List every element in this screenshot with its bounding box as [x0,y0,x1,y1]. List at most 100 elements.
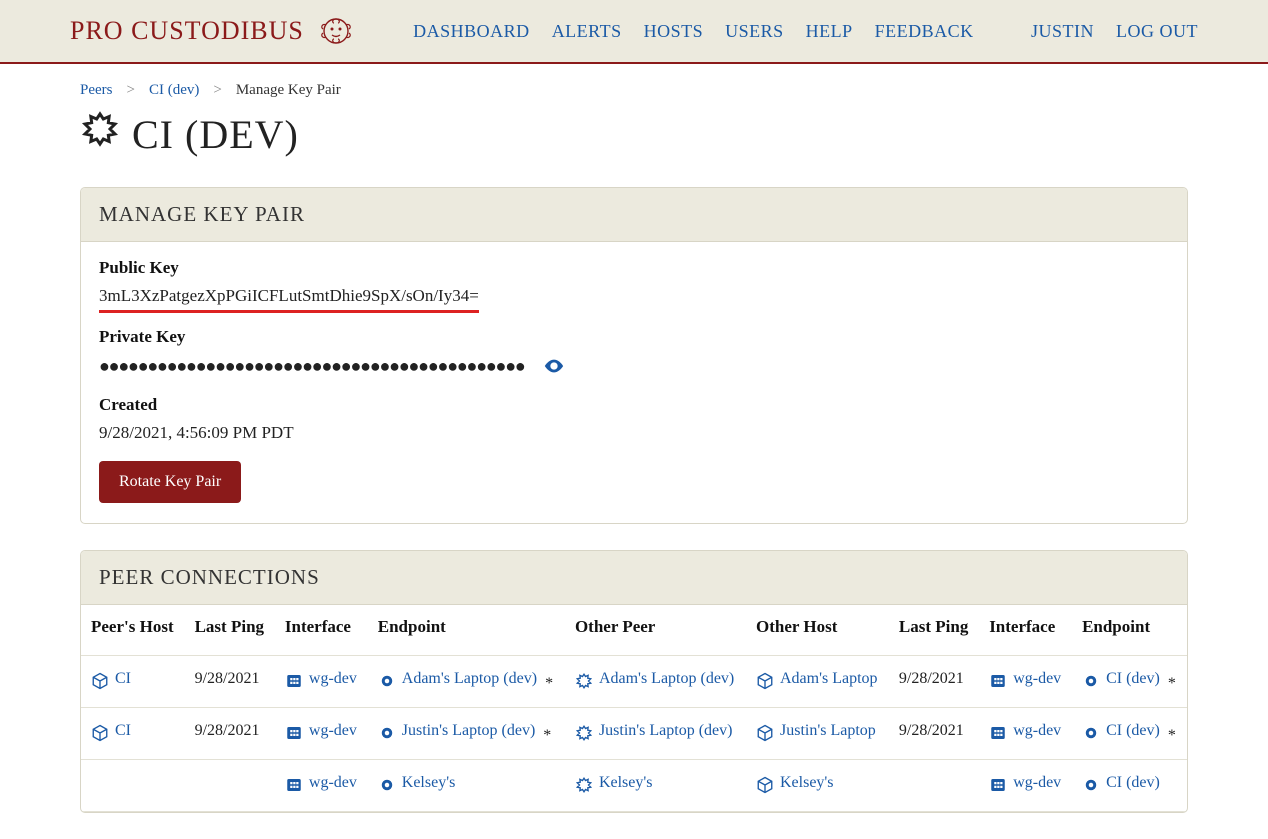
interface-icon [989,672,1007,690]
cell-text: wg-dev [309,722,357,740]
panel-header: MANAGE KEY PAIR [81,188,1187,242]
cell-text: Justin's Laptop (dev) [599,722,733,740]
endpoint-link[interactable]: CI (dev) [1082,670,1160,688]
nav-alerts[interactable]: ALERTS [552,21,622,42]
nav-hosts[interactable]: HOSTS [644,21,704,42]
reveal-private-key-icon[interactable] [543,355,565,377]
cube-icon [756,672,774,690]
peer-connections-panel: PEER CONNECTIONS Peer's Host Last Ping I… [80,550,1188,813]
col-last-ping-2: Last Ping [889,605,979,656]
other-peer-link[interactable]: Adam's Laptop (dev) [575,670,734,688]
nav-user[interactable]: JUSTIN [1031,21,1094,42]
other-host-link[interactable]: Kelsey's [756,774,834,792]
star-marker: * [541,675,553,692]
interface-link[interactable]: wg-dev [989,774,1061,792]
col-peers-host: Peer's Host [81,605,185,656]
cell-text: CI (dev) [1106,722,1160,740]
private-key-label: Private Key [99,327,1169,347]
nav-help[interactable]: HELP [806,21,853,42]
cell-text: Kelsey's [780,774,834,792]
peers-host-link[interactable]: CI [91,722,131,740]
other-peer-link[interactable]: Kelsey's [575,774,653,792]
endpoint-link[interactable]: CI (dev) [1082,774,1160,792]
burst-icon [575,776,593,794]
endpoint-link[interactable]: Justin's Laptop (dev) [378,722,536,740]
other-host-link[interactable]: Justin's Laptop [756,722,876,740]
cell-text: Adam's Laptop (dev) [402,670,537,688]
interface-link[interactable]: wg-dev [989,670,1061,688]
other-peer-link[interactable]: Justin's Laptop (dev) [575,722,733,740]
interface-icon [989,776,1007,794]
cell-text: wg-dev [1013,722,1061,740]
burst-icon [575,724,593,742]
cell-text: Adam's Laptop (dev) [599,670,734,688]
cell-text: Kelsey's [599,774,653,792]
panel-title: PEER CONNECTIONS [99,565,1169,590]
endpoint-link[interactable]: Kelsey's [378,774,456,792]
endpoint-link[interactable]: CI (dev) [1082,722,1160,740]
panel-title: MANAGE KEY PAIR [99,202,1169,227]
col-other-peer: Other Peer [565,605,746,656]
rotate-key-pair-button[interactable]: Rotate Key Pair [99,461,241,503]
cell-text: Justin's Laptop [780,722,876,740]
interface-link[interactable]: wg-dev [285,670,357,688]
breadcrumb-peers[interactable]: Peers [80,82,113,99]
nav-users[interactable]: USERS [725,21,784,42]
endpoint-link[interactable]: Adam's Laptop (dev) [378,670,537,688]
main-nav: DASHBOARD ALERTS HOSTS USERS HELP FEEDBA… [413,21,974,42]
brand[interactable]: PRO CUSTODIBUS [70,11,356,51]
endpoint-icon [1082,724,1100,742]
cell-text: wg-dev [1013,670,1061,688]
last-ping-1: 9/28/2021 [195,670,260,687]
topbar: PRO CUSTODIBUS DASHBOARD ALERTS HOSTS US… [0,0,1268,64]
star-marker: * [1164,727,1176,744]
nav-logout[interactable]: LOG OUT [1116,21,1198,42]
breadcrumb: Peers > CI (dev) > Manage Key Pair [80,82,1188,99]
cube-icon [756,776,774,794]
last-ping-2: 9/28/2021 [899,722,964,739]
col-last-ping-1: Last Ping [185,605,275,656]
private-key-masked: ●●●●●●●●●●●●●●●●●●●●●●●●●●●●●●●●●●●●●●●●… [99,356,525,377]
breadcrumb-sep: > [213,82,221,99]
last-ping-2: 9/28/2021 [899,670,964,687]
table-row: CI9/28/2021wg-devAdam's Laptop (dev) *Ad… [81,656,1187,708]
burst-icon [80,109,120,159]
cell-text: CI [115,670,131,688]
interface-link[interactable]: wg-dev [285,722,357,740]
panel-header: PEER CONNECTIONS [81,551,1187,605]
nav-dashboard[interactable]: DASHBOARD [413,21,530,42]
created-value: 9/28/2021, 4:56:09 PM PDT [99,423,1169,443]
other-host-link[interactable]: Adam's Laptop [756,670,878,688]
cell-text: CI [115,722,131,740]
breadcrumb-sep: > [127,82,135,99]
endpoint-icon [378,724,396,742]
breadcrumb-cidev[interactable]: CI (dev) [149,82,199,99]
col-endpoint-2: Endpoint [1072,605,1187,656]
table-row: wg-dev Kelsey's Kelsey's Kelsey's wg-dev CI (… [81,760,1187,812]
col-interface-2: Interface [979,605,1072,656]
nav-feedback[interactable]: FEEDBACK [875,21,974,42]
peer-connections-table: Peer's Host Last Ping Interface Endpoint… [81,605,1187,812]
cell-text: Kelsey's [402,774,456,792]
endpoint-icon [378,776,396,794]
interface-link[interactable]: wg-dev [989,722,1061,740]
breadcrumb-current: Manage Key Pair [236,82,341,99]
cube-icon [91,672,109,690]
created-label: Created [99,395,1169,415]
interface-icon [285,724,303,742]
cell-text: wg-dev [309,670,357,688]
public-key-value: 3mL3XzPatgezXpPGiICFLutSmtDhie9SpX/sOn/I… [99,286,479,306]
peers-host-link[interactable]: CI [91,670,131,688]
interface-link[interactable]: wg-dev [285,774,357,792]
cell-text: Adam's Laptop [780,670,878,688]
last-ping-1: 9/28/2021 [195,722,260,739]
table-row: CI 9/28/2021 wg-dev Justin's Laptop (dev) *… [81,708,1187,760]
page-title-text: CI (DEV) [132,111,299,158]
col-endpoint-1: Endpoint [368,605,565,656]
star-marker: * [539,727,551,744]
public-key-highlight: 3mL3XzPatgezXpPGiICFLutSmtDhie9SpX/sOn/I… [99,286,479,313]
cell-text: Justin's Laptop (dev) [402,722,536,740]
public-key-label: Public Key [99,258,1169,278]
cell-text: CI (dev) [1106,774,1160,792]
user-nav: JUSTIN LOG OUT [1031,21,1198,42]
